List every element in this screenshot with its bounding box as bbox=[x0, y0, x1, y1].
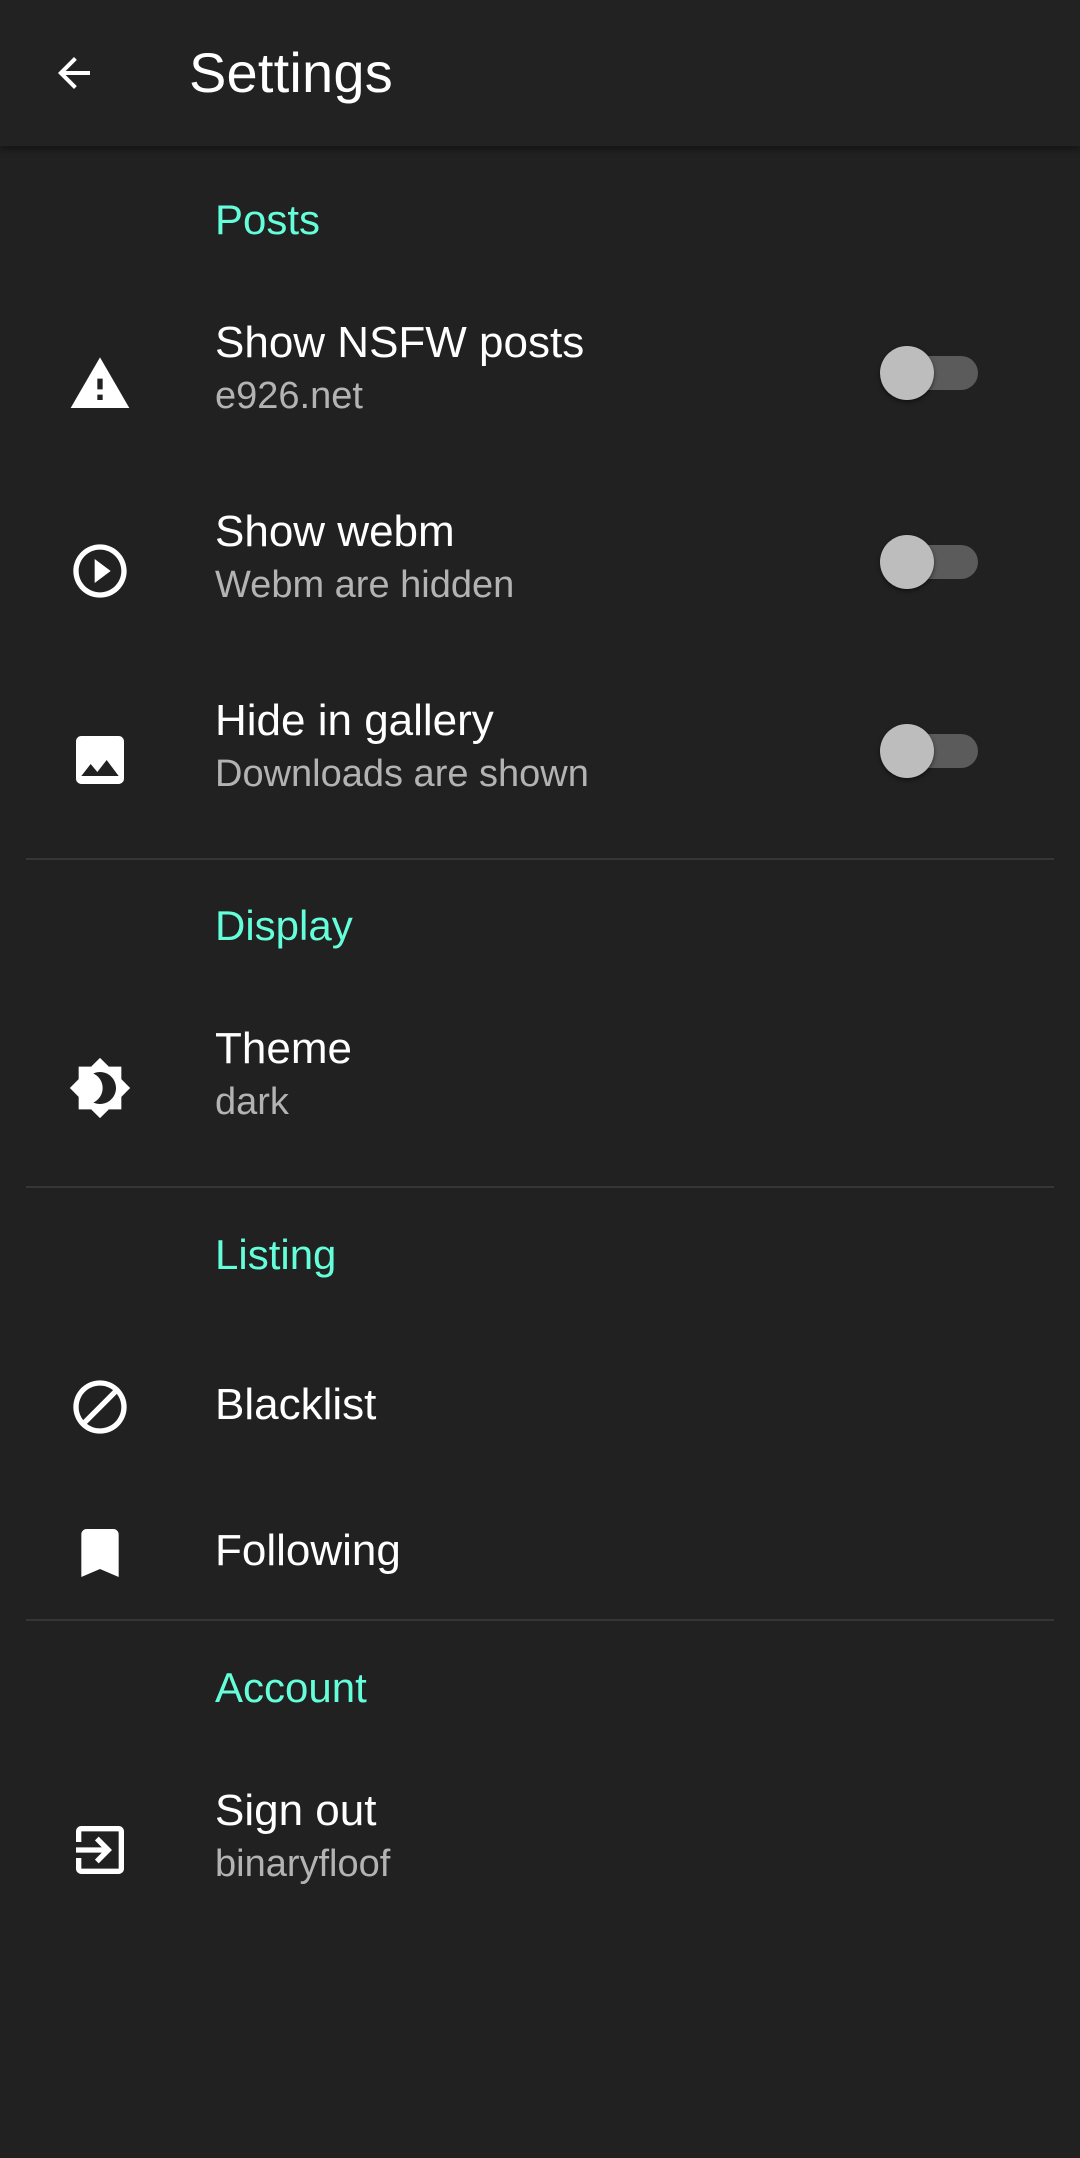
setting-row-theme[interactable]: Theme dark bbox=[0, 1002, 1080, 1172]
nsfw-toggle[interactable] bbox=[880, 340, 980, 400]
image-icon bbox=[64, 724, 136, 796]
setting-row-blacklist[interactable]: Blacklist bbox=[0, 1334, 1080, 1480]
bookmark-icon bbox=[64, 1517, 136, 1589]
gallery-toggle[interactable] bbox=[880, 718, 980, 778]
switch-thumb bbox=[880, 535, 934, 589]
webm-toggle[interactable] bbox=[880, 529, 980, 589]
setting-subtitle: Downloads are shown bbox=[215, 753, 589, 795]
setting-title: Show webm bbox=[215, 507, 455, 556]
section-divider bbox=[26, 1186, 1054, 1188]
setting-subtitle: dark bbox=[215, 1081, 289, 1123]
app-bar: Settings bbox=[0, 0, 1080, 146]
page-title: Settings bbox=[189, 41, 393, 104]
switch-thumb bbox=[880, 724, 934, 778]
setting-row-hide-in-gallery[interactable]: Hide in gallery Downloads are shown bbox=[0, 674, 1080, 844]
setting-title: Sign out bbox=[215, 1786, 377, 1835]
logout-icon bbox=[64, 1814, 136, 1886]
brightness-icon bbox=[64, 1052, 136, 1124]
setting-row-following[interactable]: Following bbox=[0, 1480, 1080, 1626]
setting-row-show-webm[interactable]: Show webm Webm are hidden bbox=[0, 485, 1080, 655]
setting-title: Theme bbox=[215, 1024, 352, 1073]
setting-subtitle: e926.net bbox=[215, 375, 363, 417]
arrow-left-icon bbox=[50, 49, 98, 97]
block-icon bbox=[64, 1371, 136, 1443]
section-divider bbox=[26, 1619, 1054, 1621]
setting-subtitle: binaryfloof bbox=[215, 1843, 391, 1885]
setting-row-sign-out[interactable]: Sign out binaryfloof bbox=[0, 1766, 1080, 1936]
setting-row-show-nsfw[interactable]: Show NSFW posts e926.net bbox=[0, 296, 1080, 466]
setting-title: Show NSFW posts bbox=[215, 318, 585, 367]
warning-icon bbox=[64, 348, 136, 420]
switch-thumb bbox=[880, 346, 934, 400]
back-button[interactable] bbox=[38, 33, 110, 113]
section-header-posts: Posts bbox=[215, 196, 321, 243]
setting-title: Following bbox=[215, 1526, 401, 1575]
section-header-account: Account bbox=[215, 1664, 367, 1711]
section-header-display: Display bbox=[215, 902, 353, 949]
setting-title: Hide in gallery bbox=[215, 696, 494, 745]
setting-title: Blacklist bbox=[215, 1380, 377, 1429]
section-header-listing: Listing bbox=[215, 1231, 337, 1278]
section-divider bbox=[26, 858, 1054, 860]
play-circle-icon bbox=[64, 535, 136, 607]
setting-subtitle: Webm are hidden bbox=[215, 564, 515, 606]
